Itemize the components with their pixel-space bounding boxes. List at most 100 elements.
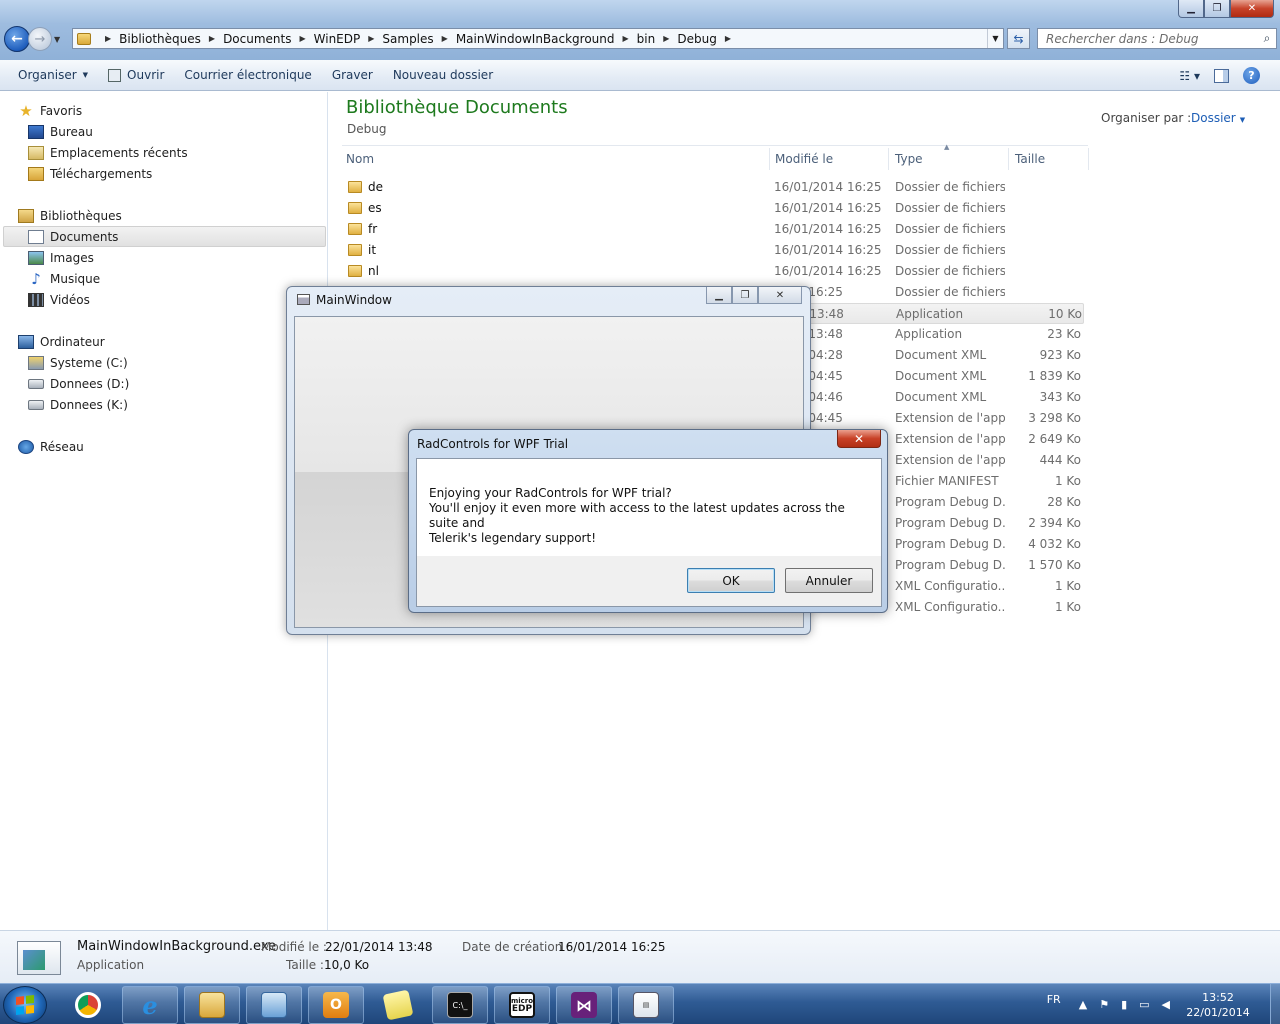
main-window-caption-buttons: ▁ ❐ ✕ [706,287,802,304]
file-row[interactable]: fr 16/01/2014 16:25 Dossier de fichiers [342,219,1084,240]
chevron-down-icon[interactable]: ▼ [987,29,1003,48]
file-row[interactable]: nl 16/01/2014 16:25 Dossier de fichiers [342,261,1084,282]
documents-icon [28,229,44,244]
library-title: Bibliothèque Documents [346,97,568,118]
breadcrumb-item[interactable]: Bibliothèques [119,32,201,46]
nav-network[interactable]: Réseau [18,436,84,457]
file-type: Document XML [895,348,987,362]
taskbar-visual-studio[interactable]: ⋈ [556,986,612,1024]
windows-logo-icon [16,995,34,1015]
history-dropdown-icon[interactable]: ▼ [54,35,60,44]
taskbar-internet-explorer[interactable]: e [122,986,178,1024]
forward-button[interactable]: → [28,27,52,51]
maximize-button[interactable]: ❐ [1204,0,1230,18]
close-button[interactable]: ✕ [837,430,881,448]
file-row[interactable]: it 16/01/2014 16:25 Dossier de fichiers [342,240,1084,261]
taskbar-explorer[interactable] [184,986,240,1024]
breadcrumb-item[interactable]: Debug [677,32,716,46]
taskbar-console[interactable]: C:\_ [432,986,488,1024]
nav-computer[interactable]: Ordinateur [18,331,105,352]
nav-label: Emplacements récents [50,145,188,160]
column-header-name[interactable]: Nom [342,148,770,170]
nav-libraries[interactable]: Bibliothèques [18,205,122,226]
refresh-button[interactable]: ⇆ [1007,28,1030,49]
system-drive-icon [28,355,44,370]
file-row[interactable]: de 16/01/2014 16:25 Dossier de fichiers [342,177,1084,198]
breadcrumb-item[interactable]: bin [637,32,656,46]
taskbar-notes[interactable] [370,986,426,1024]
burn-button[interactable]: Graver [322,60,383,90]
help-icon[interactable]: ? [1243,67,1260,84]
new-folder-button[interactable]: Nouveau dossier [383,60,503,90]
nav-videos[interactable]: Vidéos [28,289,90,310]
show-desktop-button[interactable] [1270,984,1280,1024]
chevron-right-icon[interactable]: ▶ [368,34,374,43]
volume-icon[interactable]: ◀ [1162,998,1170,1011]
file-row[interactable]: es 16/01/2014 16:25 Dossier de fichiers [342,198,1084,219]
network-tray-icon[interactable]: ▭ [1139,998,1149,1011]
nav-label: Donnees (K:) [50,397,128,412]
column-header-size[interactable]: Taille [1011,148,1089,170]
nav-documents[interactable]: Documents [3,226,326,247]
back-button[interactable]: ← [4,26,30,52]
search-input[interactable]: Rechercher dans : Debug ⌕ [1037,28,1277,49]
column-header-type[interactable]: Type [891,148,1009,170]
nav-drive-c[interactable]: Systeme (C:) [28,352,128,373]
breadcrumb-item[interactable]: WinEDP [314,32,361,46]
nav-drive-k[interactable]: Donnees (K:) [28,394,128,415]
open-button[interactable]: Ouvrir [98,60,174,90]
breadcrumb-item[interactable]: Documents [223,32,291,46]
chevron-right-icon[interactable]: ▶ [299,34,305,43]
address-bar[interactable]: ▶ Bibliothèques ▶ Documents ▶ WinEDP ▶ S… [72,28,1004,49]
minimize-button[interactable]: ▁ [706,287,732,304]
trial-message-line: Telerik's legendary support! [429,531,596,545]
clock[interactable]: 13:52 22/01/2014 [1182,990,1254,1020]
taskbar-chrome[interactable] [60,986,116,1024]
nav-downloads[interactable]: Téléchargements [28,163,152,184]
chevron-right-icon[interactable]: ▶ [105,34,111,43]
close-button[interactable]: ✕ [758,287,802,304]
chevron-up-icon[interactable]: ▲ [1079,998,1087,1011]
language-indicator[interactable]: FR [1047,993,1061,1006]
search-icon[interactable]: ⌕ [1258,31,1276,46]
chevron-right-icon[interactable]: ▶ [623,34,629,43]
breadcrumb-item[interactable]: Samples [382,32,433,46]
nav-recent-places[interactable]: Emplacements récents [28,142,188,163]
arrange-by-dropdown[interactable]: Dossier ▼ [1191,111,1245,125]
chevron-right-icon[interactable]: ▶ [725,34,731,43]
cancel-button[interactable]: Annuler [785,568,873,593]
trial-dialog: RadControls for WPF Trial ✕ Enjoying you… [408,429,888,613]
start-button[interactable] [3,986,47,1024]
view-options-icon[interactable]: ☷ ▾ [1179,69,1200,83]
nav-music[interactable]: ♪ Musique [28,268,100,289]
taskbar-network-app[interactable] [246,986,302,1024]
ok-button[interactable]: OK [687,568,775,593]
taskbar-outlook[interactable]: O [308,986,364,1024]
chevron-right-icon[interactable]: ▶ [663,34,669,43]
nav-desktop[interactable]: Bureau [28,121,93,142]
minimize-button[interactable]: ▁ [1178,0,1204,18]
maximize-button[interactable]: ❐ [732,287,758,304]
nav-images[interactable]: Images [28,247,94,268]
nav-drive-d[interactable]: Donnees (D:) [28,373,129,394]
email-button[interactable]: Courrier électronique [174,60,321,90]
power-icon[interactable]: ▮ [1121,998,1127,1011]
organize-menu[interactable]: Organiser ▼ [0,60,98,90]
close-button[interactable]: ✕ [1230,0,1274,18]
taskbar-mainwindow-app[interactable]: ▤ [618,986,674,1024]
column-header-modified[interactable]: Modifié le [771,148,889,170]
navigation-pane: ★ Favoris Bureau Emplacements récents Tél… [0,92,328,930]
file-size: 923 Ko [1039,348,1081,362]
chevron-right-icon[interactable]: ▶ [209,34,215,43]
file-name: nl [368,264,379,278]
details-filename: MainWindowInBackground.exe [77,939,277,954]
breadcrumb-item[interactable]: MainWindowInBackground [456,32,615,46]
action-center-flag-icon[interactable]: ⚑ [1099,998,1109,1011]
nav-favorites[interactable]: ★ Favoris [18,100,82,121]
hard-drive-icon [28,399,44,410]
downloads-icon [28,166,44,181]
taskbar-microedp[interactable]: micro EDP [494,986,550,1024]
chevron-right-icon[interactable]: ▶ [442,34,448,43]
preview-pane-icon[interactable] [1214,68,1229,83]
file-size [1010,240,1081,261]
